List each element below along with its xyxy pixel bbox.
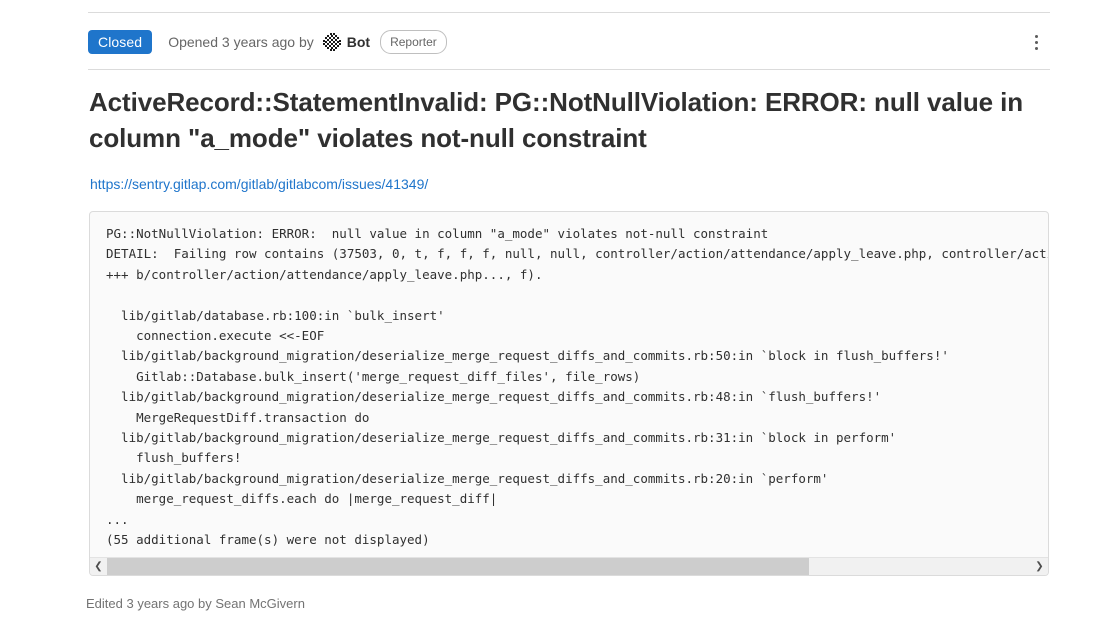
- scrollbar-thumb[interactable]: [107, 558, 810, 575]
- issue-meta-bar: Closed Opened 3 years ago by Bot Reporte…: [88, 27, 1050, 57]
- status-badge: Closed: [88, 30, 153, 54]
- kebab-menu-icon: [1034, 34, 1038, 38]
- author-role-badge: Reporter: [380, 30, 447, 54]
- kebab-menu-icon: [1034, 40, 1038, 44]
- author-name[interactable]: Bot: [347, 34, 370, 50]
- top-divider: [88, 12, 1050, 13]
- bottom-divider: [88, 69, 1050, 70]
- kebab-menu-icon: [1034, 46, 1038, 50]
- more-actions-button[interactable]: [1022, 27, 1050, 57]
- edited-note: Edited 3 years ago by Sean McGivern: [86, 596, 305, 611]
- sentry-issue-link[interactable]: https://sentry.gitlap.com/gitlab/gitlabc…: [90, 176, 428, 192]
- chevron-left-icon[interactable]: ❮: [90, 558, 107, 575]
- horizontal-scrollbar[interactable]: ❮ ❯: [90, 557, 1048, 575]
- page-title: ActiveRecord::StatementInvalid: PG::NotN…: [89, 87, 1023, 153]
- code-block: PG::NotNullViolation: ERROR: null value …: [89, 211, 1049, 576]
- opened-by-text: Opened 3 years ago by: [168, 34, 314, 50]
- scrollbar-track[interactable]: [107, 558, 1031, 575]
- chevron-right-icon[interactable]: ❯: [1031, 558, 1048, 575]
- identicon-avatar[interactable]: [321, 32, 342, 52]
- issue-detail-page: Closed Opened 3 years ago by Bot Reporte…: [0, 0, 1116, 623]
- code-block-content: PG::NotNullViolation: ERROR: null value …: [106, 226, 1048, 548]
- code-block-viewport[interactable]: PG::NotNullViolation: ERROR: null value …: [90, 212, 1048, 557]
